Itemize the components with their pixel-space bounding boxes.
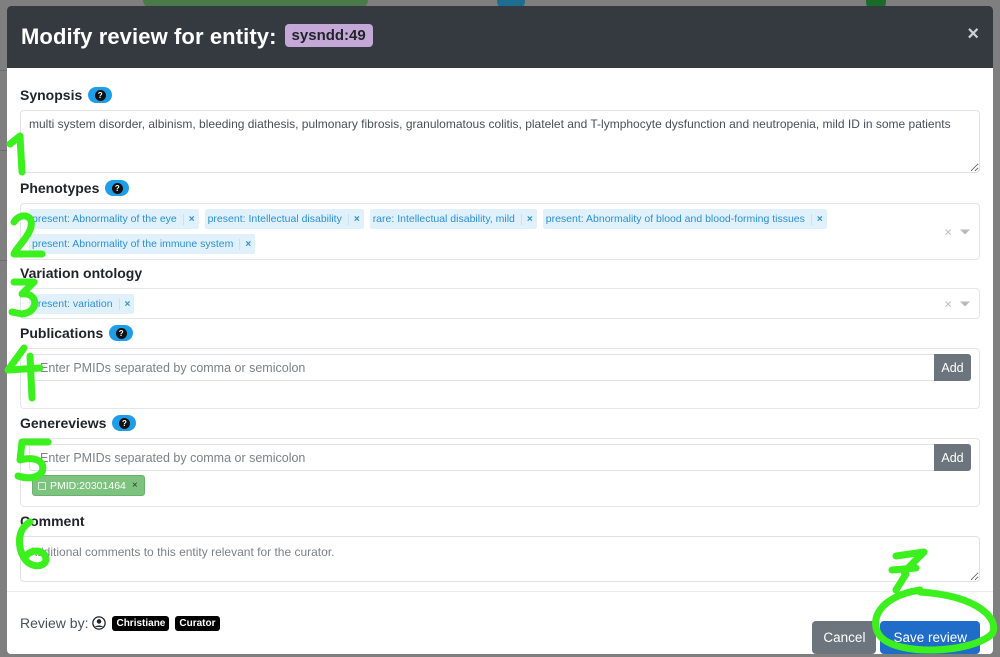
remove-tag-icon[interactable]: ×: [118, 298, 130, 310]
phenotypes-multiselect[interactable]: present: Abnormality of the eye × present…: [20, 203, 980, 260]
synopsis-section: Synopsis ?: [20, 86, 980, 178]
publications-label-row: Publications ?: [20, 324, 980, 342]
pmid-chip: PMID:20301464 ×: [32, 475, 145, 496]
variation-label-row: Variation ontology: [20, 264, 980, 282]
remove-chip-icon[interactable]: ×: [132, 480, 138, 491]
tag-label: present: Intellectual disability: [207, 213, 342, 225]
synopsis-label-row: Synopsis ?: [20, 86, 980, 104]
genereviews-input-group: Add: [29, 444, 971, 472]
variation-tag: present: variation ×: [29, 294, 135, 314]
remove-tag-icon[interactable]: ×: [520, 213, 533, 225]
genereviews-label-row: Genereviews ?: [20, 414, 980, 432]
user-circle-icon: [92, 616, 107, 630]
genereviews-section: Genereviews ? Add PMID:20301464 ×: [20, 414, 980, 507]
clear-all-icon[interactable]: ×: [944, 224, 952, 239]
modal-header: Modify review for entity: sysndd:49 ×: [7, 6, 993, 68]
synopsis-help-button[interactable]: ?: [88, 87, 113, 103]
comment-label: Comment: [20, 513, 85, 529]
close-button[interactable]: ×: [967, 24, 979, 44]
question-icon: ?: [115, 327, 127, 339]
pmid-chip-label: PMID:20301464: [50, 479, 126, 492]
multiselect-controls: ×: [944, 224, 970, 239]
publications-add-button[interactable]: Add: [934, 354, 971, 381]
publications-label: Publications: [20, 325, 104, 341]
tag-label: present: Abnormality of the eye: [32, 213, 177, 225]
synopsis-textarea[interactable]: [20, 110, 980, 173]
modal-title: Modify review for entity:: [21, 24, 277, 49]
variation-label: Variation ontology: [20, 265, 143, 281]
variation-multiselect[interactable]: present: variation × ×: [20, 288, 980, 319]
phenotype-tag: present: Abnormality of the eye ×: [29, 209, 199, 229]
publications-help-button[interactable]: ?: [109, 325, 134, 341]
genereviews-help-button[interactable]: ?: [112, 415, 137, 431]
phenotypes-help-button[interactable]: ?: [105, 180, 130, 196]
multiselect-controls: ×: [944, 296, 970, 311]
tag-label: present: variation: [32, 298, 113, 310]
question-icon: ?: [118, 417, 130, 429]
publications-input-group: Add: [29, 354, 971, 382]
phenotypes-label-row: Phenotypes ?: [20, 179, 980, 197]
phenotypes-label: Phenotypes: [20, 180, 100, 196]
phenotypes-section: Phenotypes ? present: Abnormality of the…: [20, 179, 980, 260]
tag-label: present: Abnormality of blood and blood-…: [545, 213, 805, 225]
modal-footer: Review by: Christiane Curator Cancel Sav…: [7, 591, 993, 654]
review-by-label: Review by:: [20, 615, 89, 631]
question-icon: ?: [111, 182, 123, 194]
genereviews-add-button[interactable]: Add: [934, 444, 971, 471]
remove-tag-icon[interactable]: ×: [347, 213, 360, 225]
synopsis-label: Synopsis: [20, 87, 83, 103]
clear-all-icon[interactable]: ×: [944, 296, 952, 311]
question-icon: ?: [94, 89, 106, 101]
save-review-button[interactable]: Save review: [880, 620, 980, 654]
phenotype-tag: rare: Intellectual disability, mild ×: [369, 209, 537, 229]
checkbox-icon[interactable]: [38, 481, 46, 490]
user-role-badge: Curator: [175, 615, 220, 631]
tag-label: present: Abnormality of the immune syste…: [32, 238, 234, 250]
variation-section: Variation ontology present: variation × ×: [20, 264, 980, 319]
entity-badge: sysndd:49: [284, 23, 373, 47]
phenotype-tag: present: Intellectual disability ×: [204, 209, 364, 229]
review-by: Review by: Christiane Curator: [20, 615, 220, 631]
dropdown-caret-icon[interactable]: [960, 301, 970, 306]
remove-tag-icon[interactable]: ×: [182, 213, 195, 225]
modal-body: Synopsis ? Phenotypes ? present: Abnorma…: [7, 68, 993, 587]
remove-tag-icon[interactable]: ×: [239, 238, 251, 250]
comment-label-row: Comment: [20, 512, 980, 530]
phenotype-tag: present: Abnormality of the immune syste…: [29, 234, 256, 254]
comment-textarea[interactable]: [20, 536, 980, 582]
dropdown-caret-icon[interactable]: [960, 229, 970, 234]
publications-box: Add: [20, 348, 980, 409]
publications-input[interactable]: [29, 354, 934, 381]
phenotype-tag: present: Abnormality of blood and blood-…: [542, 209, 827, 229]
user-name-badge: Christiane: [112, 615, 170, 631]
genereviews-input[interactable]: [29, 444, 934, 471]
comment-section: Comment: [20, 512, 980, 587]
publications-section: Publications ? Add: [20, 324, 980, 409]
genereviews-box: Add PMID:20301464 ×: [20, 438, 980, 507]
modify-review-modal: Modify review for entity: sysndd:49 × Sy…: [7, 6, 993, 654]
footer-buttons: Cancel Save review: [812, 620, 980, 654]
remove-tag-icon[interactable]: ×: [810, 213, 823, 225]
genereviews-label: Genereviews: [20, 415, 107, 431]
cancel-button[interactable]: Cancel: [812, 620, 877, 654]
tag-label: rare: Intellectual disability, mild: [372, 213, 515, 225]
